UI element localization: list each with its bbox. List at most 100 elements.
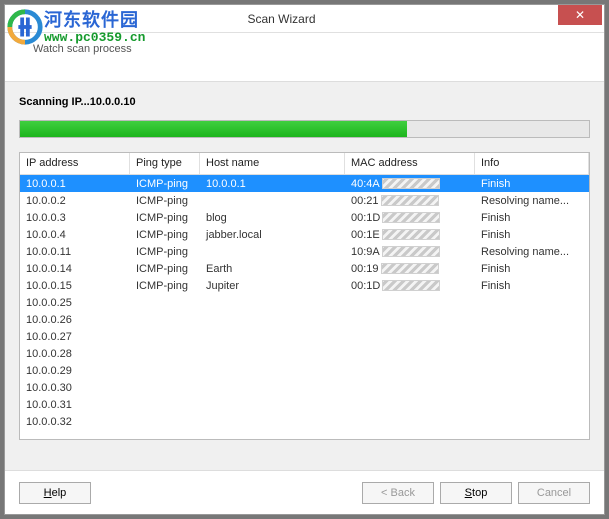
table-row[interactable]: 10.0.0.11ICMP-ping 10:9AResolving name... xyxy=(20,243,589,260)
cell-mac xyxy=(345,370,475,372)
cell xyxy=(475,302,589,304)
table-row[interactable]: 10.0.0.15ICMP-pingJupiter00:1DFinish xyxy=(20,277,589,294)
cell: ICMP-ping xyxy=(130,228,200,242)
table-body[interactable]: 10.0.0.1ICMP-ping10.0.0.140:4AFinish10.0… xyxy=(20,175,589,439)
cell: Resolving name... xyxy=(475,245,589,259)
cell-mac: 00:21 xyxy=(345,194,475,208)
table-row[interactable]: 10.0.0.28 xyxy=(20,345,589,362)
table-header: IP address Ping type Host name MAC addre… xyxy=(20,153,589,175)
col-host[interactable]: Host name xyxy=(200,153,345,174)
cell xyxy=(130,336,200,338)
cell: 10.0.0.3 xyxy=(20,211,130,225)
watermark-text: 河东软件园 www.pc0359.cn xyxy=(44,6,145,45)
cell-mac: 00:1D xyxy=(345,279,475,293)
cell xyxy=(475,387,589,389)
table-row[interactable]: 10.0.0.14ICMP-pingEarth00:19Finish xyxy=(20,260,589,277)
col-info[interactable]: Info xyxy=(475,153,589,174)
table-row[interactable]: 10.0.0.2ICMP-ping00:21Resolving name... xyxy=(20,192,589,209)
cell xyxy=(130,387,200,389)
results-table: IP address Ping type Host name MAC addre… xyxy=(19,152,590,440)
cell: Earth xyxy=(200,262,345,276)
cell: Jupiter xyxy=(200,279,345,293)
cell xyxy=(200,353,345,355)
cell: 10.0.0.27 xyxy=(20,330,130,344)
cell-mac: 40:4A xyxy=(345,177,475,191)
cell-mac xyxy=(345,387,475,389)
table-row[interactable]: 10.0.0.25 xyxy=(20,294,589,311)
close-button[interactable]: ✕ xyxy=(558,5,602,25)
progress-bar xyxy=(19,120,590,138)
table-row[interactable]: 10.0.0.1ICMP-ping10.0.0.140:4AFinish xyxy=(20,175,589,192)
cell: 10.0.0.1 xyxy=(20,177,130,191)
cell: jabber.local xyxy=(200,228,345,242)
table-row[interactable]: 10.0.0.32 xyxy=(20,413,589,430)
cell: ICMP-ping xyxy=(130,245,200,259)
cell: 10.0.0.1 xyxy=(200,177,345,191)
cell xyxy=(200,200,345,202)
cell-mac xyxy=(345,302,475,304)
back-button[interactable]: < Back xyxy=(362,482,434,504)
table-row[interactable]: 10.0.0.26 xyxy=(20,311,589,328)
watermark-name: 河东软件园 xyxy=(44,6,145,32)
cell: ICMP-ping xyxy=(130,279,200,293)
cell: 10.0.0.14 xyxy=(20,262,130,276)
cell xyxy=(130,319,200,321)
col-ping[interactable]: Ping type xyxy=(130,153,200,174)
table-row[interactable]: 10.0.0.4ICMP-pingjabber.local00:1EFinish xyxy=(20,226,589,243)
cell xyxy=(130,353,200,355)
cell xyxy=(130,370,200,372)
cell xyxy=(475,353,589,355)
cell: 10.0.0.11 xyxy=(20,245,130,259)
watermark-url: www.pc0359.cn xyxy=(44,30,145,45)
wizard-footer: Help < Back Stop Cancel xyxy=(5,471,604,515)
mac-obscured-icon xyxy=(382,229,440,240)
cell-mac xyxy=(345,353,475,355)
cell xyxy=(130,421,200,423)
cell xyxy=(475,319,589,321)
cell-mac: 00:1D xyxy=(345,211,475,225)
cell xyxy=(130,302,200,304)
table-row[interactable]: 10.0.0.3ICMP-pingblog00:1DFinish xyxy=(20,209,589,226)
col-mac[interactable]: MAC address xyxy=(345,153,475,174)
cell: 10.0.0.15 xyxy=(20,279,130,293)
scan-status: Scanning IP...10.0.0.10 xyxy=(19,96,590,108)
cell-mac xyxy=(345,404,475,406)
close-icon: ✕ xyxy=(575,8,585,22)
cell: ICMP-ping xyxy=(130,262,200,276)
mac-obscured-icon xyxy=(382,280,440,291)
cell-mac: 10:9A xyxy=(345,245,475,259)
cell: 10.0.0.31 xyxy=(20,398,130,412)
cell xyxy=(200,251,345,253)
table-row[interactable]: 10.0.0.30 xyxy=(20,379,589,396)
table-row[interactable]: 10.0.0.31 xyxy=(20,396,589,413)
table-row[interactable]: 10.0.0.27 xyxy=(20,328,589,345)
cell: ICMP-ping xyxy=(130,194,200,208)
cell: Finish xyxy=(475,262,589,276)
mac-obscured-icon xyxy=(381,195,439,206)
cell xyxy=(475,404,589,406)
cell: blog xyxy=(200,211,345,225)
mac-obscured-icon xyxy=(382,212,440,223)
cell xyxy=(475,421,589,423)
stop-button[interactable]: Stop xyxy=(440,482,512,504)
cell: 10.0.0.30 xyxy=(20,381,130,395)
cell xyxy=(200,302,345,304)
table-row[interactable]: 10.0.0.29 xyxy=(20,362,589,379)
cancel-button[interactable]: Cancel xyxy=(518,482,590,504)
mac-obscured-icon xyxy=(381,263,439,274)
cell: 10.0.0.29 xyxy=(20,364,130,378)
cell: Finish xyxy=(475,177,589,191)
progress-fill xyxy=(20,121,407,137)
cell: Finish xyxy=(475,228,589,242)
col-ip[interactable]: IP address xyxy=(20,153,130,174)
cell xyxy=(475,336,589,338)
cell-mac: 00:1E xyxy=(345,228,475,242)
cell: 10.0.0.28 xyxy=(20,347,130,361)
help-button[interactable]: Help xyxy=(19,482,91,504)
cell-mac xyxy=(345,319,475,321)
cell xyxy=(475,370,589,372)
cell xyxy=(200,421,345,423)
cell: 10.0.0.25 xyxy=(20,296,130,310)
cell: Finish xyxy=(475,211,589,225)
cell-mac xyxy=(345,421,475,423)
